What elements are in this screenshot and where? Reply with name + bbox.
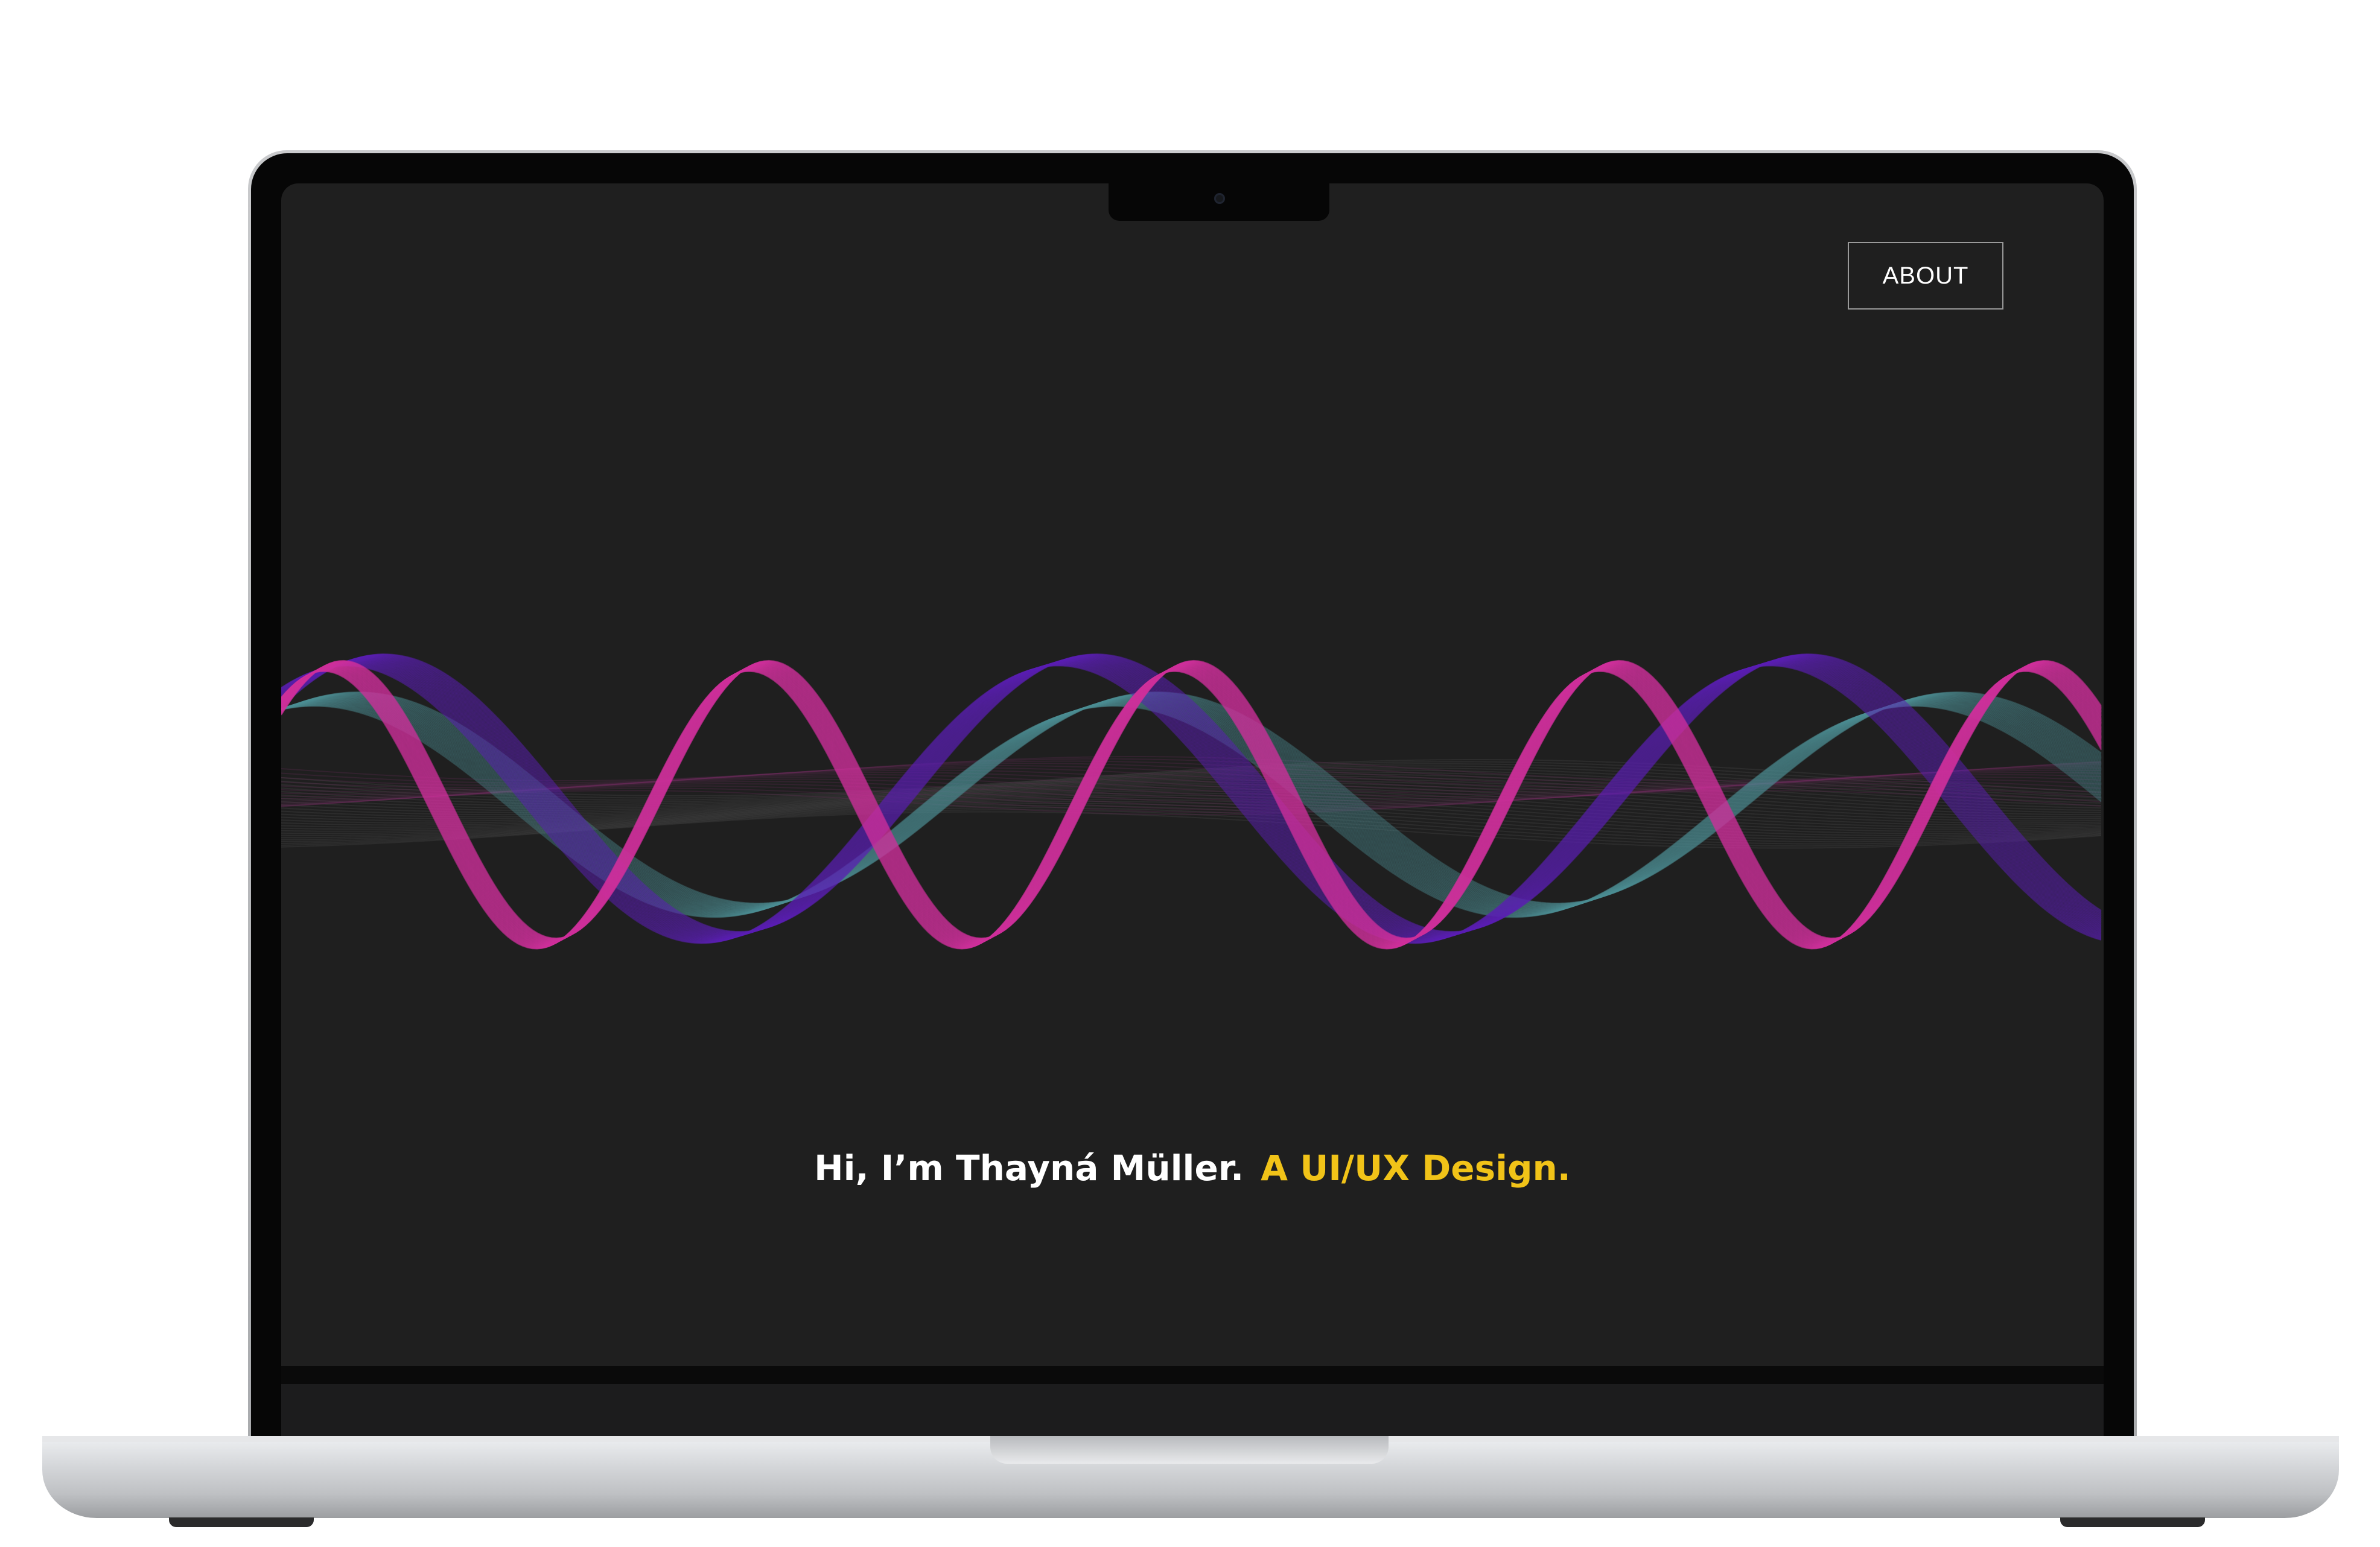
about-button[interactable]: ABOUT <box>1848 242 2003 310</box>
hero-headline: Hi, I’m Thayná Müller. A UI/UX Design. <box>281 1148 2104 1189</box>
screen-chin <box>281 1366 2104 1384</box>
website-screen: ABOUT Hi, I’m Thayná Müller. A UI/UX Desi… <box>281 183 2104 1366</box>
hero-intro: Hi, I’m Thayná Müller. <box>814 1148 1244 1189</box>
thumb-notch <box>990 1436 1389 1464</box>
laptop-foot-right <box>2060 1517 2205 1527</box>
laptop-foot-left <box>169 1517 314 1527</box>
hero-role: A UI/UX Design. <box>1261 1148 1571 1189</box>
laptop-lid: ABOUT Hi, I’m Thayná Müller. A UI/UX Desi… <box>248 150 2137 1447</box>
camera-notch <box>1109 183 1329 221</box>
camera-icon <box>1214 193 1225 204</box>
sound-wave-graphic <box>281 653 2102 950</box>
screen-bezel: ABOUT Hi, I’m Thayná Müller. A UI/UX Desi… <box>251 153 2134 1447</box>
